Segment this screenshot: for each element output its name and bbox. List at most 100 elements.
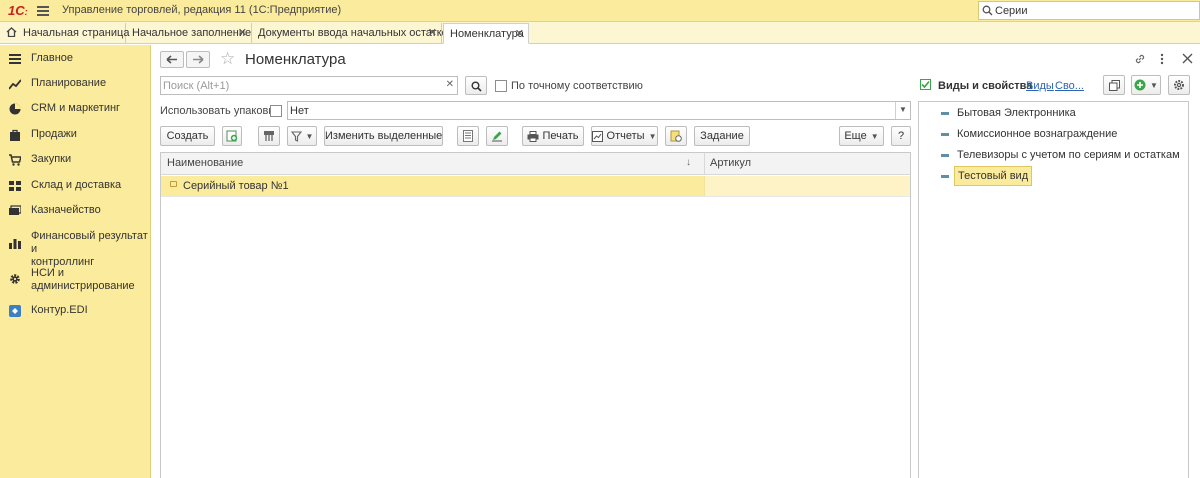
print-button[interactable]: Печать — [522, 126, 584, 146]
tab-label: Начальное заполнение — [132, 27, 252, 39]
attachment-icon — [670, 130, 682, 142]
sidebar-item-label: Главное — [31, 52, 74, 64]
cell-article — [704, 176, 910, 196]
tab-label: Номенклатура — [450, 28, 524, 40]
tab-initial-fill[interactable]: Начальное заполнение ✕ — [126, 23, 252, 44]
hierarchy-button[interactable] — [258, 126, 280, 146]
pencil-icon — [492, 131, 502, 142]
attachments-button[interactable] — [665, 126, 687, 146]
close-icon[interactable]: ✕ — [515, 24, 524, 44]
tab-opening-balances[interactable]: Документы ввода начальных остатков ✕ — [252, 23, 454, 44]
favorite-star-icon[interactable]: ☆ — [220, 49, 235, 69]
bag-icon — [10, 129, 20, 141]
use-packages-value[interactable] — [290, 103, 886, 118]
report-icon — [592, 130, 604, 142]
edit-mark-button[interactable] — [486, 126, 508, 146]
task-button[interactable]: Задание — [694, 126, 750, 146]
search-input[interactable] — [163, 78, 443, 93]
search-icon — [982, 5, 993, 16]
app-logo: 1С: — [8, 3, 28, 18]
add-kind-button[interactable]: ▼ — [1131, 75, 1161, 95]
search-button[interactable] — [465, 76, 487, 95]
close-icon[interactable]: ✕ — [238, 23, 247, 43]
sidebar-item-label: Казначейство — [31, 204, 101, 216]
money-icon — [9, 205, 21, 215]
panel-settings-button[interactable] — [1168, 75, 1190, 95]
gear-icon — [1174, 80, 1184, 91]
table-row[interactable]: Серийный товар №1 — [161, 176, 910, 196]
sidebar-item-label: Контур.EDI — [31, 304, 88, 316]
close-form-icon[interactable] — [1182, 53, 1193, 64]
arrow-right-icon — [193, 55, 204, 64]
sidebar-item-label: Продажи — [31, 128, 77, 140]
list-item-selected[interactable]: Тестовый вид — [954, 166, 1033, 186]
column-header-article[interactable]: Артикул — [710, 157, 751, 169]
main-menu-icon[interactable] — [37, 6, 49, 16]
list-item[interactable]: Комиссионное вознаграждение — [957, 128, 1117, 140]
sidebar-item-label: Финансовый результат и контроллинг — [31, 230, 148, 268]
kinds-link[interactable]: Виды — [1026, 80, 1054, 92]
tab-label: Документы ввода начальных остатков — [258, 27, 454, 39]
sidebar-item-label: Планирование — [31, 77, 107, 89]
warehouse-icon — [9, 181, 21, 191]
exact-match-checkbox[interactable] — [495, 80, 507, 92]
list-item[interactable]: Бытовая Электронника — [957, 107, 1076, 119]
more-label: Еще — [844, 130, 867, 142]
add-folder-icon — [226, 130, 238, 142]
open-tabs-bar: Начальная страница Начальное заполнение … — [0, 22, 1200, 44]
forward-button[interactable] — [186, 51, 210, 68]
title-bar: 1С: Управление торговлей, редакция 11 (1… — [0, 0, 1200, 22]
search-field[interactable]: ✕ — [160, 76, 458, 95]
use-packages-select[interactable]: ▼ — [287, 101, 911, 120]
link-icon[interactable] — [1134, 53, 1146, 65]
sidebar-item-label: НСИ и администрирование — [31, 267, 135, 292]
create-button[interactable]: Создать — [160, 126, 215, 146]
list-item-dash-icon — [941, 175, 949, 178]
tab-label: Начальная страница — [23, 27, 130, 39]
home-icon — [6, 27, 17, 38]
sidebar-item-label: Склад и доставка — [31, 179, 122, 191]
kinds-properties-checkbox[interactable] — [920, 79, 931, 90]
cell-name: Серийный товар №1 — [183, 180, 289, 192]
edit-selected-button[interactable]: Изменить выделенные — [324, 126, 443, 146]
gear-icon — [10, 274, 20, 284]
list-item-dash-icon — [941, 154, 949, 157]
hierarchy-icon — [264, 131, 274, 142]
copy-icon — [1108, 79, 1120, 91]
filter-icon — [290, 131, 302, 142]
item-marker-icon — [170, 181, 177, 187]
global-search-input[interactable] — [995, 3, 1195, 18]
add-icon — [1134, 79, 1146, 91]
print-label: Печать — [542, 130, 579, 142]
arrow-left-icon — [166, 55, 177, 64]
reports-label: Отчеты — [606, 130, 645, 142]
reports-button[interactable]: Отчеты ▼ — [591, 126, 658, 146]
app-title: Управление торговлей, редакция 11 (1С:Пр… — [62, 4, 342, 16]
chart-icon — [9, 79, 21, 90]
column-header-name[interactable]: Наименование — [167, 157, 243, 169]
pie-icon — [9, 103, 21, 115]
global-search[interactable] — [978, 1, 1200, 20]
table-header: Наименование ↓ Артикул — [161, 153, 910, 175]
copy-button[interactable] — [1103, 75, 1125, 95]
list-item[interactable]: Телевизоры с учетом по сериям и остаткам — [957, 149, 1180, 161]
checkmark-icon — [921, 80, 930, 89]
use-packages-label: Использовать упаковки: — [160, 105, 283, 117]
use-packages-checkbox[interactable] — [270, 105, 282, 117]
create-group-button[interactable] — [222, 126, 242, 146]
dropdown-icon[interactable]: ▼ — [895, 102, 910, 119]
clear-icon[interactable]: ✕ — [446, 79, 454, 90]
more-button[interactable]: Еще ▼ — [839, 126, 884, 146]
tab-home[interactable]: Начальная страница — [0, 23, 130, 44]
more-actions-icon[interactable] — [1160, 53, 1164, 65]
help-button[interactable]: ? — [891, 126, 911, 146]
filter-button[interactable]: ▼ — [287, 126, 317, 146]
properties-link[interactable]: Сво... — [1055, 80, 1084, 92]
back-button[interactable] — [160, 51, 184, 68]
search-icon — [471, 81, 482, 92]
list-icon — [9, 54, 21, 64]
bar-chart-icon — [9, 239, 21, 249]
list-settings-button[interactable] — [457, 126, 479, 146]
tab-nomenclature[interactable]: Номенклатура ✕ — [443, 23, 529, 44]
close-icon[interactable]: ✕ — [428, 23, 437, 43]
